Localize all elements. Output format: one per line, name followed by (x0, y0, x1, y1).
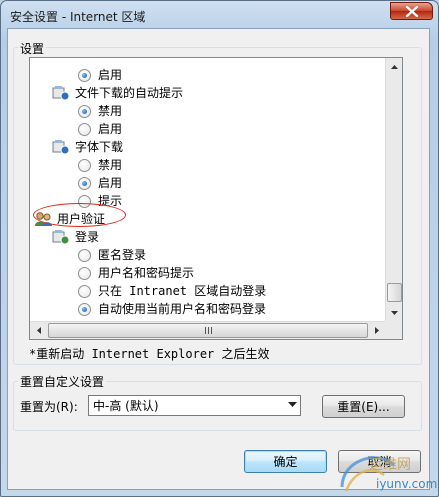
tree-row-label: 只在 Intranet 区域自动登录 (98, 284, 267, 298)
reset-to-label: 重置为(R): (20, 400, 78, 414)
reset-level-value: 中-高 (默认) (93, 399, 159, 413)
arrow-right-icon (374, 327, 379, 334)
radio-checked-icon[interactable] (78, 104, 91, 118)
watermark-text: 运维网 (369, 457, 411, 473)
tree-row-label: 字体下载 (75, 140, 124, 154)
arrow-left-icon (36, 327, 41, 334)
radio-option[interactable]: 只在 Intranet 区域自动登录 (78, 282, 266, 300)
custom-reset-group-label: 重置自定义设置 (18, 373, 107, 390)
tree-row-label: 文件下载的自动提示 (75, 86, 184, 100)
restart-note: *重新启动 Internet Explorer 之后生效 (29, 347, 270, 361)
title-bar[interactable]: 安全设置 - Internet 区域 (1, 1, 438, 29)
radio-unchecked-icon[interactable] (78, 158, 91, 172)
settings-group-label: 设置 (18, 40, 47, 57)
scroll-left-button[interactable] (30, 322, 47, 339)
scroll-up-button[interactable] (386, 58, 403, 75)
grip-icon (204, 327, 212, 334)
arrow-down-icon (391, 310, 398, 315)
watermark-url: iyunv.com (376, 477, 438, 491)
close-button[interactable] (390, 2, 433, 20)
radio-option[interactable]: 用户名和密码提示 (78, 264, 194, 282)
scroll-right-button[interactable] (368, 322, 385, 339)
radio-unchecked-icon[interactable] (78, 284, 91, 298)
radio-checked-icon[interactable] (78, 302, 91, 316)
radio-option[interactable]: 自动使用当前用户名和密码登录 (78, 300, 266, 318)
vertical-scroll-thumb[interactable] (387, 283, 402, 302)
ok-button[interactable]: 确定 (244, 450, 327, 473)
radio-checked-icon[interactable] (78, 68, 91, 82)
settings-folder-icon (52, 230, 70, 245)
settings-tree[interactable]: 启用 文件下载的自动提示 禁用 启用 字体下载 禁用 启用 提示 用户验证 登录 匿名登录 用户名和密… (29, 57, 403, 340)
horizontal-scroll-thumb[interactable] (48, 323, 368, 338)
tree-row-label: 匿名登录 (98, 248, 147, 262)
vertical-scrollbar[interactable] (385, 58, 402, 321)
highlight-annotation (33, 203, 126, 227)
radio-unchecked-icon[interactable] (78, 122, 91, 136)
settings-folder-icon (52, 140, 70, 155)
radio-option[interactable]: 禁用 (78, 102, 122, 120)
horizontal-scrollbar[interactable] (30, 321, 385, 339)
window-title: 安全设置 - Internet 区域 (10, 10, 146, 24)
radio-option[interactable]: 禁用 (78, 156, 122, 174)
tree-row-label: 登录 (75, 230, 100, 244)
reset-button[interactable]: 重置(E)... (322, 395, 405, 418)
tree-category[interactable]: 字体下载 (52, 138, 123, 156)
tree-category[interactable]: 文件下载的自动提示 (52, 84, 183, 102)
settings-folder-icon (52, 86, 70, 101)
radio-option[interactable]: 匿名登录 (78, 246, 146, 264)
tree-row-label: 自动使用当前用户名和密码登录 (98, 302, 267, 316)
tree-category[interactable]: 登录 (52, 228, 99, 246)
radio-option[interactable]: 启用 (78, 120, 122, 138)
tree-row-label: 启用 (98, 122, 123, 136)
dropdown-arrow-icon (288, 402, 297, 407)
scroll-corner (385, 321, 402, 339)
radio-checked-icon[interactable] (78, 176, 91, 190)
tree-row-label: 禁用 (98, 158, 123, 172)
tree-row-label: 禁用 (98, 104, 123, 118)
radio-option[interactable]: 启用 (78, 174, 122, 192)
radio-unchecked-icon[interactable] (78, 248, 91, 262)
close-icon (405, 6, 419, 17)
arrow-up-icon (391, 64, 398, 69)
tree-row-label: 启用 (98, 176, 123, 190)
radio-option[interactable]: 启用 (78, 66, 122, 84)
reset-level-select[interactable]: 中-高 (默认) (88, 395, 301, 416)
tree-row-label: 用户名和密码提示 (98, 266, 195, 280)
tree-row-label: 启用 (98, 68, 123, 82)
radio-unchecked-icon[interactable] (78, 266, 91, 280)
scroll-down-button[interactable] (386, 304, 403, 321)
